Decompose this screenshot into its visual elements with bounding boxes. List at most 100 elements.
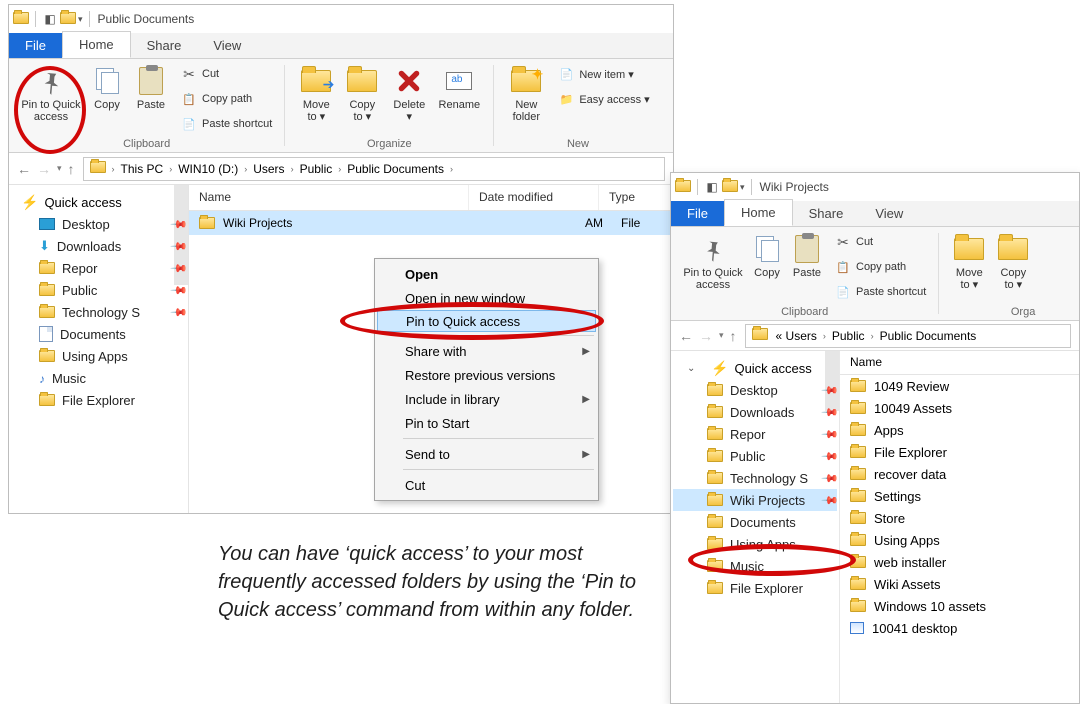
breadcrumb-seg[interactable]: Users: [249, 162, 288, 176]
ctx-cut[interactable]: Cut: [377, 473, 596, 497]
ctx-send-to[interactable]: Send to▶: [377, 442, 596, 466]
ctx-restore-previous[interactable]: Restore previous versions: [377, 363, 596, 387]
scrollbar[interactable]: [825, 351, 839, 411]
file-row[interactable]: Wiki Assets: [840, 573, 1079, 595]
tree-item[interactable]: Desktop📌: [11, 213, 186, 235]
breadcrumb[interactable]: « Users› Public› Public Documents: [745, 324, 1071, 348]
easy-access-button[interactable]: 📁Easy access ▾: [554, 88, 653, 110]
breadcrumb-seg[interactable]: Public Documents: [343, 162, 448, 176]
copy-to-button[interactable]: Copy to ▾: [991, 231, 1035, 293]
file-row[interactable]: web installer: [840, 551, 1079, 573]
quick-access-header[interactable]: ⚡Quick access: [11, 191, 186, 213]
tree-item[interactable]: Downloads📌: [673, 401, 837, 423]
file-row[interactable]: Store: [840, 507, 1079, 529]
move-to-button[interactable]: Move to ▾: [947, 231, 991, 293]
tab-home[interactable]: Home: [724, 199, 793, 226]
col-name[interactable]: Name: [189, 185, 469, 210]
breadcrumb[interactable]: › This PC› WIN10 (D:)› Users› Public› Pu…: [83, 157, 665, 181]
col-name[interactable]: Name: [840, 351, 1079, 375]
breadcrumb-seg[interactable]: « Users: [772, 329, 821, 343]
nav-back-button[interactable]: ←: [17, 161, 31, 177]
breadcrumb-seg[interactable]: Public Documents: [876, 329, 981, 343]
tab-view[interactable]: View: [859, 201, 919, 226]
file-row-wiki-projects[interactable]: Wiki Projects AM File: [189, 211, 673, 235]
copy-button[interactable]: Copy: [85, 63, 129, 113]
breadcrumb-seg[interactable]: Public: [296, 162, 337, 176]
breadcrumb-root-icon[interactable]: [86, 161, 110, 176]
paste-button[interactable]: Paste: [787, 231, 827, 281]
paste-shortcut-button[interactable]: 📄Paste shortcut: [177, 113, 276, 135]
breadcrumb-root-icon[interactable]: [748, 328, 772, 343]
cut-button[interactable]: Cut: [177, 63, 276, 85]
pin-to-quick-access-button[interactable]: Pin to Quick access: [679, 231, 747, 293]
file-row[interactable]: Using Apps: [840, 529, 1079, 551]
breadcrumb-seg[interactable]: This PC: [117, 162, 168, 176]
file-row[interactable]: 10041 desktop: [840, 617, 1079, 639]
tree-item[interactable]: Technology S📌: [673, 467, 837, 489]
file-row[interactable]: 1049 Review: [840, 375, 1079, 397]
nav-history-button[interactable]: ▾: [57, 163, 62, 174]
nav-tree[interactable]: ⌄ ⚡Quick access Desktop📌Downloads📌Repor📌…: [671, 351, 839, 703]
tree-item[interactable]: File Explorer: [673, 577, 837, 599]
ctx-pin-to-start[interactable]: Pin to Start: [377, 411, 596, 435]
file-row[interactable]: recover data: [840, 463, 1079, 485]
nav-up-button[interactable]: ↑: [68, 161, 75, 177]
nav-tree[interactable]: ⚡Quick access Desktop📌⬇Downloads📌Repor📌P…: [9, 185, 189, 514]
tree-item[interactable]: Repor📌: [11, 257, 186, 279]
tab-file[interactable]: File: [9, 33, 62, 58]
tree-item[interactable]: File Explorer: [11, 389, 186, 411]
quick-access-header[interactable]: ⌄ ⚡Quick access: [673, 357, 837, 379]
new-folder-button[interactable]: ✦ New folder: [502, 63, 550, 125]
qat-properties-icon[interactable]: ◧: [42, 12, 58, 26]
tree-item[interactable]: Documents: [673, 511, 837, 533]
tree-item[interactable]: Using Apps: [11, 345, 186, 367]
tab-share[interactable]: Share: [131, 33, 198, 58]
tab-home[interactable]: Home: [62, 31, 131, 58]
nav-back-button[interactable]: ←: [679, 328, 693, 344]
paste-button[interactable]: Paste: [129, 63, 173, 113]
ctx-share-with[interactable]: Share with▶: [377, 339, 596, 363]
move-to-button[interactable]: ➔ Move to ▾: [293, 63, 339, 125]
columns-header[interactable]: Name Date modified Type: [189, 185, 673, 211]
tree-item[interactable]: ⬇Downloads📌: [11, 235, 186, 257]
ctx-open[interactable]: Open: [377, 262, 596, 286]
cut-button[interactable]: Cut: [831, 231, 930, 253]
tree-item[interactable]: Public📌: [673, 445, 837, 467]
tree-item[interactable]: Public📌: [11, 279, 186, 301]
tab-share[interactable]: Share: [793, 201, 860, 226]
tree-item[interactable]: Wiki Projects📌: [673, 489, 837, 511]
qat-customize-icon[interactable]: ▾: [78, 14, 83, 25]
tab-view[interactable]: View: [197, 33, 257, 58]
copy-button[interactable]: Copy: [747, 231, 787, 281]
ctx-include-library[interactable]: Include in library▶: [377, 387, 596, 411]
file-row[interactable]: 10049 Assets: [840, 397, 1079, 419]
tree-item[interactable]: Technology S📌: [11, 301, 186, 323]
pin-to-quick-access-button[interactable]: Pin to Quick access: [17, 63, 85, 125]
tree-item[interactable]: Documents: [11, 323, 186, 345]
file-row[interactable]: File Explorer: [840, 441, 1079, 463]
tree-item[interactable]: Desktop📌: [673, 379, 837, 401]
delete-button[interactable]: Delete ▾: [385, 63, 433, 125]
breadcrumb-seg[interactable]: WIN10 (D:): [174, 162, 242, 176]
ctx-open-new-window[interactable]: Open in new window: [377, 286, 596, 310]
copy-path-button[interactable]: 📋Copy path: [831, 256, 930, 278]
qat-properties-icon[interactable]: ◧: [704, 180, 720, 194]
qat-newfolder-icon[interactable]: [722, 180, 738, 195]
file-row[interactable]: Apps: [840, 419, 1079, 441]
nav-up-button[interactable]: ↑: [730, 328, 737, 344]
nav-history-button[interactable]: ▾: [719, 330, 724, 341]
tree-item[interactable]: Music: [673, 555, 837, 577]
file-row[interactable]: Windows 10 assets: [840, 595, 1079, 617]
col-type[interactable]: Type: [599, 185, 673, 210]
qat-customize-icon[interactable]: ▾: [740, 182, 745, 193]
tree-item[interactable]: Using Apps: [673, 533, 837, 555]
rename-button[interactable]: ab Rename: [433, 63, 485, 113]
copy-to-button[interactable]: Copy to ▾: [339, 63, 385, 125]
ctx-pin-to-quick-access[interactable]: Pin to Quick access: [377, 310, 596, 332]
copy-path-button[interactable]: 📋Copy path: [177, 88, 276, 110]
file-row[interactable]: Settings: [840, 485, 1079, 507]
paste-shortcut-button[interactable]: 📄Paste shortcut: [831, 281, 930, 303]
new-item-button[interactable]: 📄New item ▾: [554, 63, 653, 85]
tree-item[interactable]: Music: [11, 367, 186, 389]
qat-newfolder-icon[interactable]: [60, 12, 76, 27]
